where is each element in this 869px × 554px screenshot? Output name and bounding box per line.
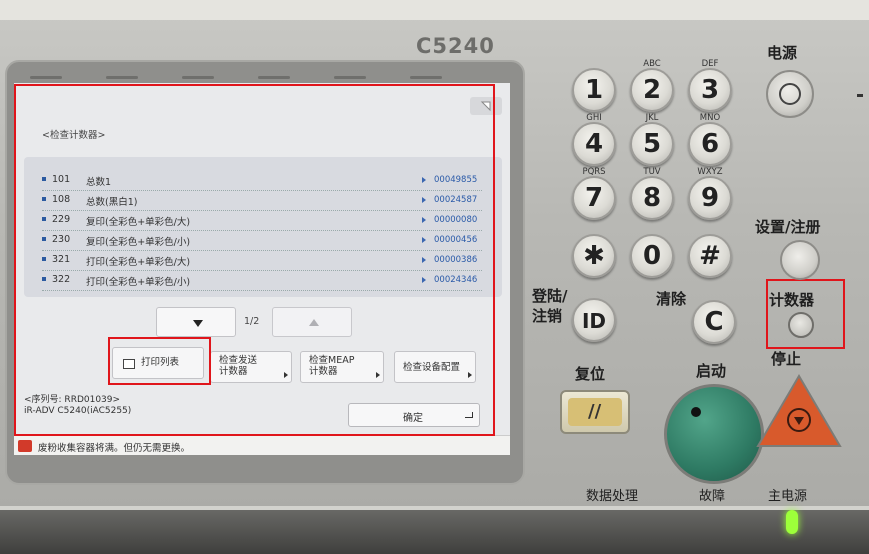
key-digit: 6: [700, 129, 720, 159]
key-digit: 2: [642, 75, 662, 105]
clear-key-label: C: [704, 307, 724, 337]
reset-icon: //: [588, 401, 602, 422]
counter-button[interactable]: [788, 312, 814, 338]
status-message: 废粉收集容器将满。但仍无需更换。: [38, 443, 191, 454]
warning-icon: [18, 440, 32, 452]
power-label: 电源: [767, 44, 798, 62]
key-digit: 4: [584, 129, 604, 159]
key-digit: 9: [700, 183, 720, 213]
key-digit: 7: [584, 183, 604, 213]
key-digit: 8: [642, 183, 662, 213]
key-7[interactable]: 7: [572, 176, 616, 220]
stop-label: 停止: [771, 350, 802, 368]
start-button[interactable]: [664, 384, 764, 484]
key-1[interactable]: 1: [572, 68, 616, 112]
key-8[interactable]: 8: [630, 176, 674, 220]
status-bar: 废粉收集容器将满。但仍无需更换。: [14, 435, 510, 455]
key-digit: 3: [700, 75, 720, 105]
reset-button-face: //: [568, 398, 622, 426]
key-hash[interactable]: #: [688, 234, 732, 278]
power-button[interactable]: [766, 70, 814, 118]
error-label: 故障: [699, 489, 726, 504]
reset-label: 复位: [575, 365, 606, 383]
annotation-box-print-list: [108, 337, 211, 385]
key-5[interactable]: 5: [630, 122, 674, 166]
hash-icon: #: [699, 241, 721, 271]
data-processing-label: 数据处理: [586, 489, 639, 504]
key-4[interactable]: 4: [572, 122, 616, 166]
counter-label: 计数器: [769, 291, 815, 309]
id-label: ID: [581, 309, 607, 333]
start-label: 启动: [696, 362, 727, 380]
bezel-vents: [30, 64, 520, 79]
key-6[interactable]: 6: [688, 122, 732, 166]
login-label-line1: 登陆/: [532, 287, 568, 305]
settings-label: 设置/注册: [755, 218, 821, 236]
stop-icon: [756, 374, 842, 447]
power-icon: [779, 83, 801, 105]
panel-top-edge: [0, 0, 869, 20]
reset-button[interactable]: //: [560, 390, 630, 434]
settings-button[interactable]: [780, 240, 820, 280]
model-label: C5240: [416, 34, 495, 58]
main-power-led: [786, 510, 798, 534]
key-3[interactable]: 3: [688, 68, 732, 112]
key-digit: 0: [642, 241, 662, 271]
key-star[interactable]: ✱: [572, 234, 616, 278]
asterisk-icon: ✱: [583, 241, 605, 271]
key-digit: 5: [642, 129, 662, 159]
key-0[interactable]: 0: [630, 234, 674, 278]
annotation-box-screen: [14, 84, 495, 436]
clear-button[interactable]: C: [692, 300, 736, 344]
clear-label: 清除: [656, 290, 687, 308]
main-power-label: 主电源: [768, 489, 808, 504]
id-button[interactable]: ID: [572, 298, 616, 342]
key-9[interactable]: 9: [688, 176, 732, 220]
start-indicator-dot: [691, 407, 701, 417]
stop-button[interactable]: [756, 372, 842, 450]
side-marker: [857, 94, 863, 97]
key-2[interactable]: 2: [630, 68, 674, 112]
bottom-strip: [0, 506, 869, 554]
login-logout-label: 登陆/ 注销: [532, 286, 567, 326]
key-digit: 1: [584, 75, 604, 105]
login-label-line2: 注销: [532, 307, 563, 325]
